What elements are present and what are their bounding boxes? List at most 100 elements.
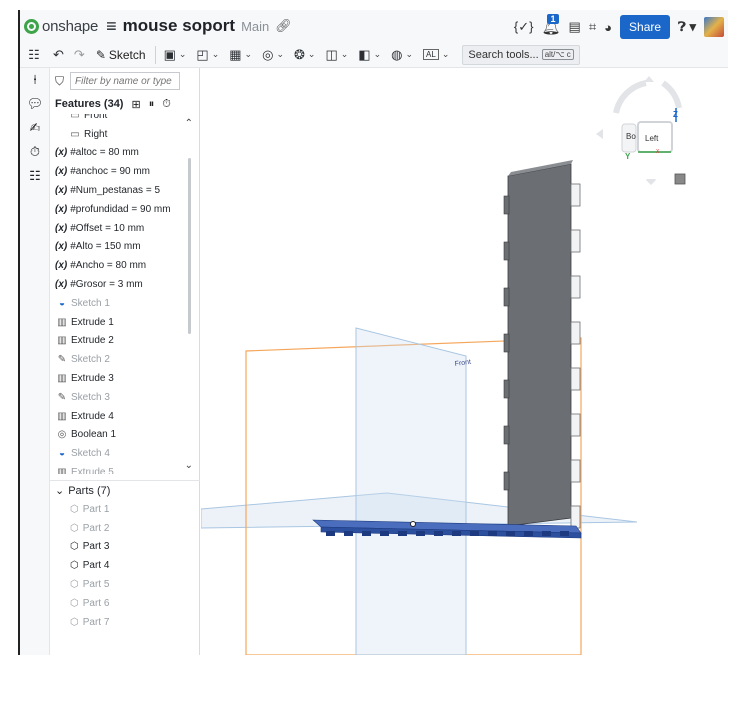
search-shortcut: alt/⌥ c xyxy=(541,49,574,60)
part-item[interactable]: ⬡ Part 1 xyxy=(50,500,200,519)
part-icon: ⬡ xyxy=(70,503,79,515)
sketch-solid-icon: ◒ xyxy=(58,297,66,309)
part-label: Part 4 xyxy=(82,560,110,572)
view-cube[interactable]: Left Bo Z Y X xyxy=(596,76,686,185)
base-tooth xyxy=(362,531,371,536)
part-item[interactable]: ⬡ Part 2 xyxy=(50,519,200,538)
feature-item[interactable]: ▥ Extrude 2 xyxy=(50,332,200,351)
feature-item[interactable]: (x) #Num_pestanas = 5 xyxy=(50,181,200,200)
part-item[interactable]: ⬡ Part 4 xyxy=(50,556,200,575)
feature-item[interactable]: ◒ Sketch 1 xyxy=(50,294,200,313)
redo-icon[interactable]: ↷ xyxy=(74,47,85,63)
model-canvas[interactable]: Front Left Bo Z Y X xyxy=(201,68,728,655)
details-icon[interactable]: ▤ xyxy=(569,19,581,35)
sheet-metal-tool[interactable]: ◧ ⌄ xyxy=(358,47,381,63)
part-item[interactable]: ⬡ Part 5 xyxy=(50,575,200,594)
plate-tab xyxy=(570,459,581,483)
add-folder-icon[interactable]: ⊞ xyxy=(131,98,140,111)
help-icon[interactable]: ❓︎ ▾ xyxy=(678,19,696,35)
filter-input[interactable] xyxy=(70,72,181,90)
feature-item[interactable]: (x) #Ancho = 80 mm xyxy=(50,256,200,275)
al-tool[interactable]: AL ⌄ xyxy=(423,49,449,60)
part-item[interactable]: ⬡ Part 3 xyxy=(50,538,200,557)
feature-item[interactable]: ▥ Extrude 3 xyxy=(50,369,200,388)
front-plane[interactable] xyxy=(355,327,467,655)
feature-item[interactable]: ▥ Extrude 1 xyxy=(50,313,200,332)
feature-item[interactable]: (x) #altoc = 80 mm xyxy=(50,144,200,163)
feature-list-toggle-icon[interactable]: ☷ xyxy=(20,47,48,63)
shell-tool[interactable]: ▦ ⌄ xyxy=(229,47,252,63)
app-store-icon[interactable]: ◕ xyxy=(604,20,612,35)
part-label: Part 7 xyxy=(82,616,110,628)
extrude-tool[interactable]: ▣ ⌄ xyxy=(164,47,187,63)
comments-icon[interactable]: 💬︎ xyxy=(20,92,50,116)
edit-notes-icon[interactable]: ✍︎ xyxy=(20,116,50,140)
feature-item[interactable]: ▭ Front xyxy=(50,114,200,125)
notifications-icon[interactable]: 🔔︎ 1 xyxy=(541,14,561,36)
base-tooth xyxy=(470,531,479,536)
hierarchy-icon[interactable]: ⌗ xyxy=(589,19,596,35)
feature-toolbar: ☷ ↶ ↷ ✎ Sketch ▣ ⌄ ◰ ⌄ ▦ ⌄ ◎ ⌄ ❂ ⌄ ◫ ⌄ ◧ ⌄ ◍ ⌄ A… xyxy=(20,42,728,68)
variables-icon[interactable]: {✓} xyxy=(514,19,534,35)
feature-label: #Offset = 10 mm xyxy=(70,222,145,234)
extrude-icon: ▥ xyxy=(57,467,67,474)
base-tooth xyxy=(452,531,461,536)
feature-item[interactable]: ▥ Extrude 5 xyxy=(50,463,200,474)
sketch-icon: ✎ xyxy=(57,354,67,366)
scroll-down-icon[interactable]: ⌄ xyxy=(185,460,193,471)
rotate-left-arrow-icon[interactable] xyxy=(596,129,603,139)
pattern-tool[interactable]: ❂ ⌄ xyxy=(294,47,315,63)
parts-header[interactable]: ⌄ Parts (7) xyxy=(50,480,200,500)
properties-icon[interactable]: ☷ xyxy=(20,164,50,188)
feature-item[interactable]: ✎ Sketch 3 xyxy=(50,388,200,407)
feature-item[interactable]: ▥ Extrude 4 xyxy=(50,407,200,426)
undo-icon[interactable]: ↶ xyxy=(53,47,64,63)
feature-label: Sketch 1 xyxy=(71,297,110,309)
menu-icon[interactable]: ≡ xyxy=(106,16,117,37)
timer-icon[interactable]: ⏱︎ xyxy=(162,98,171,111)
avatar[interactable] xyxy=(704,17,724,37)
feature-item[interactable]: (x) #Offset = 10 mm xyxy=(50,219,200,238)
pause-icon[interactable]: ⏸︎ xyxy=(149,98,155,111)
share-button[interactable]: Share xyxy=(620,15,671,39)
chevron-down-icon: ⌄ xyxy=(373,49,382,59)
variable-icon: (x) xyxy=(55,260,68,272)
history-icon[interactable]: ⏱︎ xyxy=(20,140,50,164)
plane-tool[interactable]: ◫ ⌄ xyxy=(325,47,348,63)
plate-tab xyxy=(570,321,581,345)
chevron-down-icon: ⌄ xyxy=(276,49,284,59)
variable-icon: (x) xyxy=(55,166,68,178)
part-label: Part 3 xyxy=(82,541,110,553)
toolbar-divider xyxy=(154,45,156,64)
onshape-app: onshape ≡ mouse soport Main 🔗︎ {✓} 🔔︎ 1 ▤… xyxy=(18,10,728,655)
feature-item[interactable]: (x) #Alto = 150 mm xyxy=(50,238,200,257)
assembly-tool[interactable]: ◍ ⌄ xyxy=(391,47,413,63)
feature-item[interactable]: ◒ Sketch 4 xyxy=(50,444,200,463)
part-item[interactable]: ⬡ Part 7 xyxy=(50,613,200,632)
search-tools-button[interactable]: Search tools... alt/⌥ c xyxy=(462,44,580,65)
mate-icon[interactable]: ⍿ xyxy=(20,68,50,92)
feature-item[interactable]: (x) #profundidad = 90 mm xyxy=(50,200,200,219)
feature-label: #Ancho = 80 mm xyxy=(70,260,147,272)
feature-item[interactable]: (x) #Grosor = 3 mm xyxy=(50,275,200,294)
part-item[interactable]: ⬡ Part 6 xyxy=(50,594,200,613)
filter-icon[interactable]: ⛉ xyxy=(55,74,64,89)
feature-item[interactable]: ✎ Sketch 2 xyxy=(50,350,200,369)
origin-point[interactable] xyxy=(410,521,416,527)
sketch-button[interactable]: ✎ Sketch xyxy=(96,48,146,62)
document-title[interactable]: mouse soport xyxy=(123,16,235,36)
view-cube-menu-icon[interactable] xyxy=(674,173,686,185)
branch-name[interactable]: Main xyxy=(241,19,269,34)
feature-item[interactable]: (x) #anchoc = 90 mm xyxy=(50,162,200,181)
feature-item[interactable]: ▭ Right xyxy=(50,125,200,144)
feature-list-scrollbar[interactable] xyxy=(188,158,191,334)
feature-label: Extrude 4 xyxy=(71,410,114,422)
feature-item[interactable]: ◎ Boolean 1 xyxy=(50,426,200,445)
fillet-tool[interactable]: ◰ ⌄ xyxy=(196,47,219,63)
link-icon[interactable]: 🔗︎ xyxy=(275,18,292,34)
boolean-tool[interactable]: ◎ ⌄ xyxy=(262,47,284,63)
vertical-plate[interactable] xyxy=(507,163,572,527)
onshape-logo[interactable]: onshape xyxy=(24,18,98,35)
graphics-viewport[interactable]: Front Left Bo Z Y X xyxy=(201,68,728,655)
extrude-icon: ▥ xyxy=(57,316,67,328)
